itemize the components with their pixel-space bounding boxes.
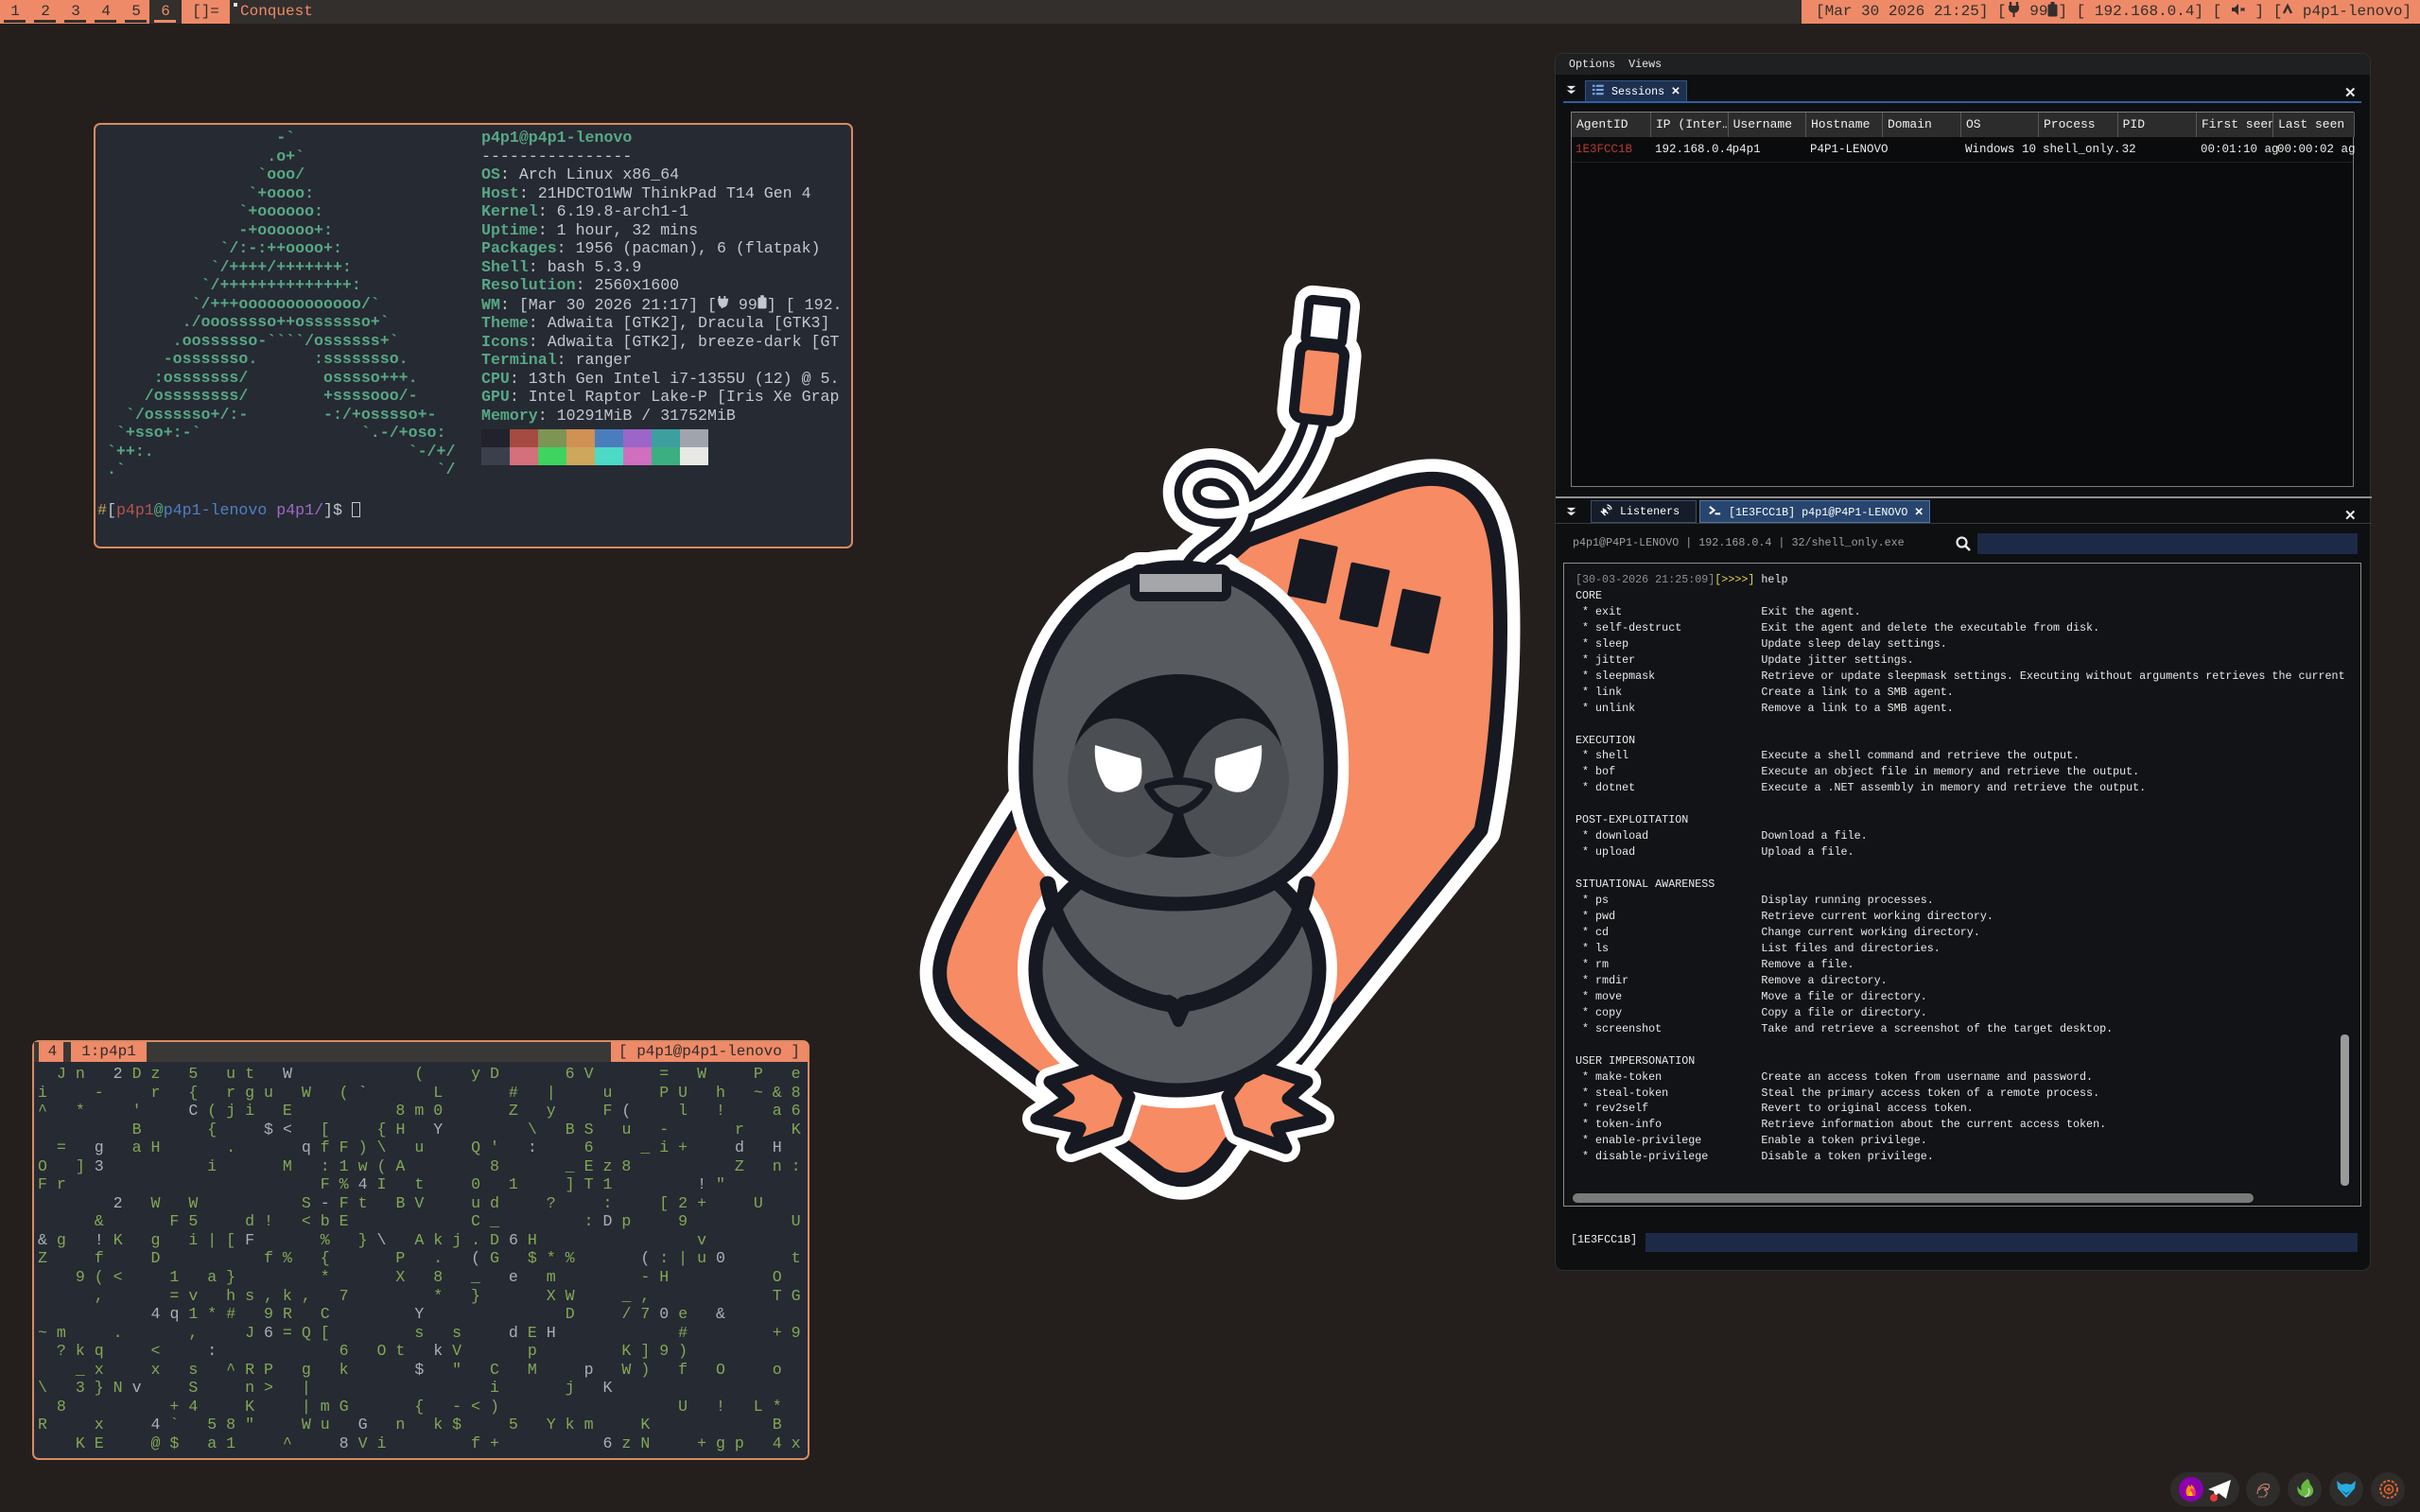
svg-text:hack: hack: [2258, 1495, 2266, 1500]
